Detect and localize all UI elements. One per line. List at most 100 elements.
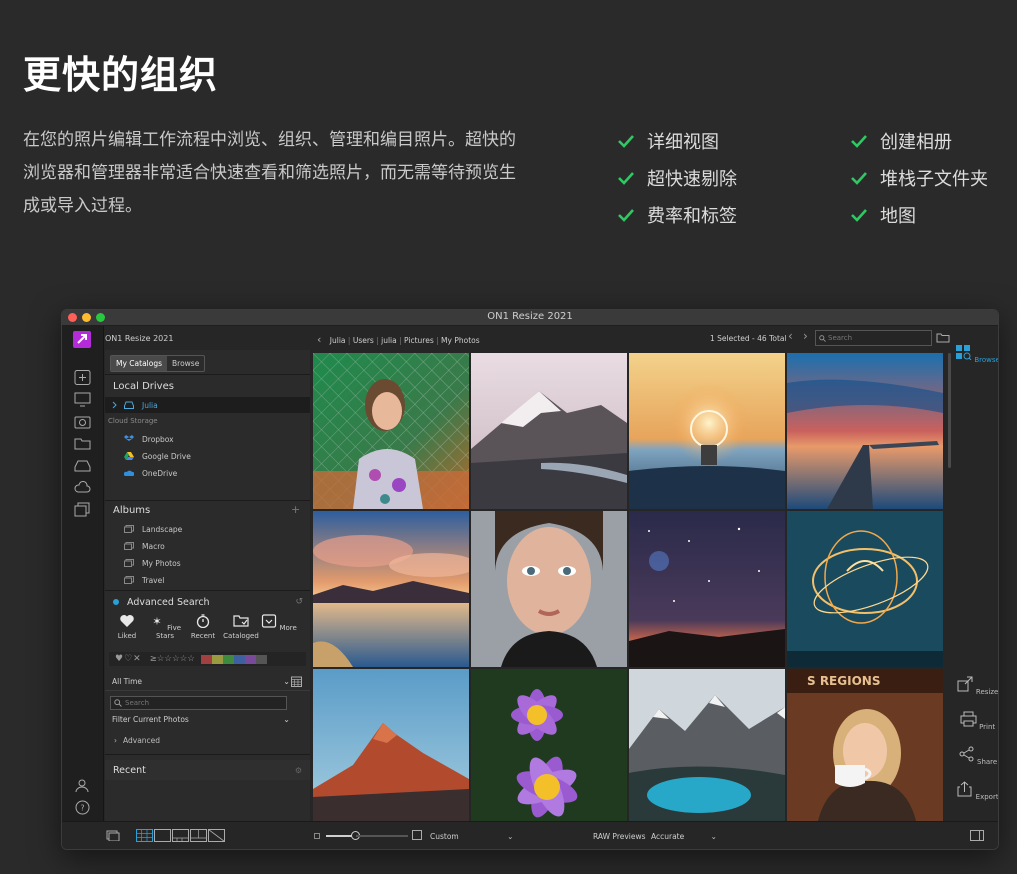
- folder-icon[interactable]: [74, 436, 91, 451]
- camera-icon[interactable]: [74, 414, 91, 429]
- thumbnail-small-icon[interactable]: [314, 833, 320, 839]
- album-item[interactable]: Landscape: [105, 521, 310, 537]
- cloud-item-onedrive[interactable]: OneDrive: [105, 465, 310, 481]
- photo-thumbnail[interactable]: [313, 353, 469, 509]
- quick-filter-label: More: [279, 624, 297, 632]
- drive-icon[interactable]: [74, 458, 91, 473]
- monitor-icon[interactable]: [74, 392, 91, 407]
- stars-icon: ✶: [152, 615, 161, 628]
- check-icon: [851, 135, 867, 148]
- advanced-search-header[interactable]: Advanced Search ↺: [113, 595, 303, 609]
- cloud-storage-label: Cloud Storage: [108, 417, 158, 425]
- left-rail: ?: [62, 326, 104, 849]
- add-icon[interactable]: [74, 370, 91, 385]
- quick-filter-more[interactable]: More: [261, 614, 297, 632]
- view-mode-select[interactable]: Custom ⌄: [430, 832, 513, 841]
- photo-thumbnail[interactable]: [471, 669, 627, 823]
- user-icon[interactable]: [74, 778, 91, 793]
- help-icon[interactable]: ?: [74, 800, 91, 815]
- check-icon: [618, 209, 634, 222]
- photo-thumbnail[interactable]: [471, 353, 627, 509]
- albums-icon[interactable]: [74, 502, 91, 517]
- check-icon: [618, 135, 634, 148]
- tool-label: Export: [975, 793, 999, 801]
- photo-thumbnail[interactable]: [787, 511, 943, 667]
- next-arrow-icon[interactable]: ›: [803, 329, 808, 343]
- quick-filter-recent[interactable]: Recent: [185, 614, 221, 640]
- catalog-panel: My Catalogs Browse Local Drives Julia Cl…: [105, 350, 310, 821]
- heart-icon: [120, 615, 134, 627]
- photo-thumbnail[interactable]: [313, 511, 469, 667]
- share-icon: [959, 746, 974, 762]
- filter-search-input[interactable]: Search: [110, 696, 287, 710]
- color-label-filter[interactable]: [200, 654, 267, 664]
- photo-thumbnail[interactable]: [629, 353, 785, 509]
- album-item[interactable]: Macro: [105, 538, 310, 554]
- back-arrow-icon[interactable]: ‹: [317, 333, 321, 346]
- raw-previews-select[interactable]: Accurate ⌄: [651, 832, 717, 841]
- browse-mode-button[interactable]: Browse: [955, 344, 998, 364]
- calendar-icon[interactable]: [291, 676, 302, 687]
- print-tool-button[interactable]: Print: [955, 711, 998, 731]
- quick-filter-five-stars[interactable]: ✶ Five Stars: [147, 614, 183, 640]
- breadcrumb-item[interactable]: Pictures: [404, 336, 434, 345]
- albums-section: Albums: [105, 505, 310, 516]
- album-icon: [124, 559, 134, 567]
- filter-label: Filter Current Photos: [112, 715, 189, 724]
- thumbnail-large-icon[interactable]: [412, 830, 422, 840]
- advanced-toggle[interactable]: › Advanced: [114, 736, 160, 745]
- filmstrip-icon[interactable]: [106, 830, 120, 841]
- active-dot-icon: [113, 599, 119, 605]
- feature-label: 费率和标签: [647, 206, 737, 227]
- photo-thumbnail[interactable]: [313, 669, 469, 823]
- grid-scrollbar[interactable]: [948, 353, 951, 468]
- add-album-icon[interactable]: +: [291, 503, 300, 516]
- share-tool-button[interactable]: Share: [955, 746, 998, 766]
- cloud-item-label: Dropbox: [142, 434, 174, 444]
- album-item[interactable]: Travel: [105, 572, 310, 588]
- breadcrumb-item[interactable]: julia: [381, 336, 397, 345]
- light-painting-photo: [787, 511, 943, 667]
- star-filter-icon[interactable]: ≥☆☆☆☆☆: [150, 654, 195, 664]
- previous-arrow-icon[interactable]: ‹: [788, 329, 793, 343]
- browse-icon: [956, 345, 972, 361]
- recent-section-header[interactable]: Recent ⚙: [105, 760, 310, 780]
- photo-thumbnail[interactable]: [629, 511, 785, 667]
- recent-heading: Recent: [113, 764, 146, 776]
- app-name: ON1 Resize 2021: [105, 334, 174, 343]
- reset-icon[interactable]: ↺: [295, 597, 303, 607]
- tab-browse[interactable]: Browse: [167, 356, 204, 371]
- quick-filter-liked[interactable]: Liked: [109, 614, 145, 640]
- layout-mode-icons[interactable]: [136, 829, 226, 842]
- time-filter-select[interactable]: All Time ⌄: [112, 677, 290, 686]
- like-filter-icon[interactable]: ♥♡✕: [115, 654, 142, 664]
- new-folder-icon[interactable]: [936, 332, 950, 343]
- resize-tool-button[interactable]: Resize: [955, 676, 998, 696]
- check-icon: [851, 172, 867, 185]
- browser-search-input[interactable]: Search: [815, 330, 932, 346]
- photo-thumbnail[interactable]: [629, 669, 785, 823]
- night-sky-photo: [629, 511, 785, 667]
- section-description: 在您的照片编辑工作流程中浏览、组织、管理和编目照片。超快的浏览器和管理器非常适合…: [23, 130, 516, 216]
- breadcrumb-item[interactable]: Julia: [330, 336, 346, 345]
- filter-current-photos-select[interactable]: Filter Current Photos ⌄: [112, 715, 290, 724]
- feature-label: 超快速剔除: [647, 169, 737, 190]
- quick-filter-cataloged[interactable]: Cataloged: [223, 614, 259, 640]
- cloud-item-google-drive[interactable]: Google Drive: [105, 448, 310, 464]
- photo-thumbnail[interactable]: S REGIONS: [787, 669, 943, 823]
- advanced-search-heading: Advanced Search: [127, 596, 210, 608]
- settings-gear-icon[interactable]: ⚙: [295, 766, 302, 775]
- photo-thumbnail[interactable]: [471, 511, 627, 667]
- export-tool-button[interactable]: Export: [955, 781, 999, 801]
- right-panel-toggle-icon[interactable]: [970, 830, 984, 841]
- breadcrumb-item[interactable]: My Photos: [441, 336, 480, 345]
- album-item[interactable]: My Photos: [105, 555, 310, 571]
- cloud-item-label: Google Drive: [142, 451, 191, 461]
- tab-my-catalogs[interactable]: My Catalogs: [111, 356, 168, 371]
- mountain-snow-photo: [471, 353, 627, 509]
- cloud-item-dropbox[interactable]: Dropbox: [105, 431, 310, 447]
- cloud-icon[interactable]: [74, 480, 91, 495]
- breadcrumb-item[interactable]: Users: [353, 336, 374, 345]
- drive-item-julia[interactable]: Julia: [105, 397, 310, 413]
- photo-thumbnail[interactable]: [787, 353, 943, 509]
